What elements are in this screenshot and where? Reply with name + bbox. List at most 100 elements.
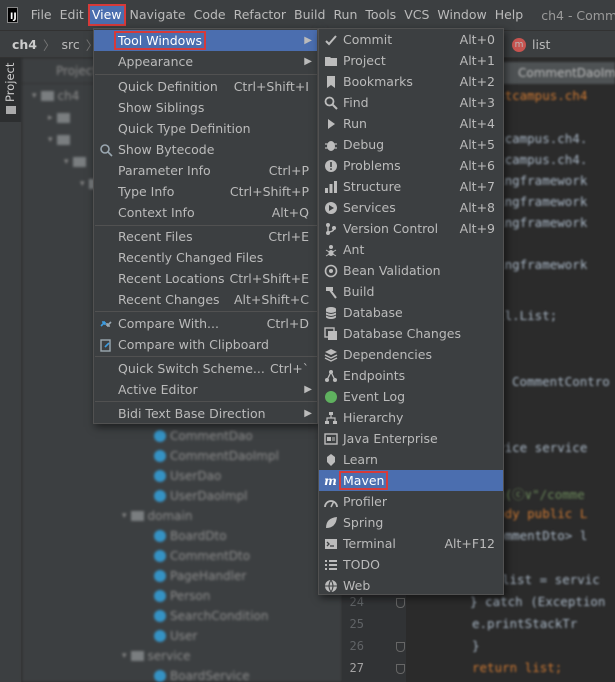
menu-item-parameter-info[interactable]: Parameter Info Ctrl+P	[94, 160, 317, 181]
menu-item-database[interactable]: Database	[319, 302, 503, 323]
list-item[interactable]: CommentDaoImpl	[154, 446, 279, 466]
menu-item-structure[interactable]: Structure Alt+7	[319, 176, 503, 197]
class-icon	[154, 470, 166, 482]
menu-item-event-log[interactable]: Event Log	[319, 386, 503, 407]
fold-marker-icon[interactable]	[396, 664, 405, 674]
list-item[interactable]: ▾ domain	[122, 506, 192, 526]
list-item[interactable]: UserDao	[154, 466, 221, 486]
menu-item-find[interactable]: Find Alt+3	[319, 92, 503, 113]
database-changes-icon	[323, 326, 338, 341]
menu-item-context-info[interactable]: Context Info Alt+Q	[94, 202, 317, 223]
menu-item-hierarchy[interactable]: Hierarchy	[319, 407, 503, 428]
submenu-arrow-icon: ▶	[304, 408, 312, 419]
menu-item-recent-changes[interactable]: Recent Changes Alt+Shift+C	[94, 289, 317, 310]
menu-item-ant[interactable]: Ant	[319, 239, 503, 260]
menu-item-run[interactable]: Run Alt+4	[319, 113, 503, 134]
view-menu-dropdown: Tool Windows ▶ Appearance ▶ Quick Defini…	[93, 28, 318, 424]
menu-item-recent-locations[interactable]: Recent Locations Ctrl+Shift+E	[94, 268, 317, 289]
menu-item-commit[interactable]: Commit Alt+0	[319, 29, 503, 50]
tree-root[interactable]: ▾ ch4	[32, 86, 79, 106]
menu-item-debug[interactable]: Debug Alt+5	[319, 134, 503, 155]
menu-tools[interactable]: Tools	[361, 4, 400, 26]
folder-icon	[323, 53, 338, 68]
menu-item-recent-files[interactable]: Recent Files Ctrl+E	[94, 226, 317, 247]
list-item[interactable]: BoardDto	[154, 526, 227, 546]
menu-item-bookmarks[interactable]: Bookmarks Alt+2	[319, 71, 503, 92]
list-item[interactable]: Person	[154, 586, 210, 606]
bookmark-icon	[323, 74, 338, 89]
menu-item-profiler[interactable]: Profiler	[319, 491, 503, 512]
list-item[interactable]: SearchCondition	[154, 606, 269, 626]
list-item[interactable]: User	[154, 626, 197, 646]
menu-refactor[interactable]: Refactor	[230, 4, 290, 26]
menu-item-quick-type-definition[interactable]: Quick Type Definition	[94, 118, 317, 139]
menu-item-show-siblings[interactable]: Show Siblings	[94, 97, 317, 118]
list-item[interactable]: ▾ service	[122, 646, 191, 666]
menu-window[interactable]: Window	[433, 4, 490, 26]
tree-row[interactable]: ▸	[48, 108, 70, 128]
menu-item-learn[interactable]: Learn	[319, 449, 503, 470]
breadcrumb-item-src[interactable]: src	[62, 37, 80, 52]
menu-vcs[interactable]: VCS	[400, 4, 433, 26]
menu-item-maven[interactable]: m Maven	[319, 470, 503, 491]
list-item[interactable]: BoardService	[154, 666, 250, 682]
tree-row[interactable]: ▾	[64, 152, 86, 172]
menu-edit[interactable]: Edit	[56, 4, 88, 26]
menu-code[interactable]: Code	[190, 4, 230, 26]
menu-help[interactable]: Help	[491, 4, 528, 26]
learn-icon	[323, 452, 338, 467]
project-tool-tab[interactable]: Project	[0, 58, 22, 122]
code-line: }	[472, 638, 480, 653]
menu-item-java-enterprise[interactable]: Java Enterprise	[319, 428, 503, 449]
menu-item-show-bytecode[interactable]: Show Bytecode	[94, 139, 317, 160]
java-enterprise-icon	[323, 431, 338, 446]
menu-item-tool-windows[interactable]: Tool Windows ▶	[94, 30, 317, 51]
menu-item-quick-definition[interactable]: Quick Definition Ctrl+Shift+I	[94, 76, 317, 97]
menu-item-endpoints[interactable]: Endpoints	[319, 365, 503, 386]
class-icon	[154, 590, 166, 602]
menu-item-bean-validation[interactable]: Bean Validation	[319, 260, 503, 281]
menu-build[interactable]: Build	[290, 4, 329, 26]
fold-marker-icon[interactable]	[396, 598, 405, 608]
menu-item-build[interactable]: Build	[319, 281, 503, 302]
menu-item-web[interactable]: Web	[319, 575, 503, 596]
menu-item-dependencies[interactable]: Dependencies	[319, 344, 503, 365]
menu-item-services[interactable]: Services Alt+8	[319, 197, 503, 218]
menu-item-compare-with[interactable]: Compare With... Ctrl+D	[94, 313, 317, 334]
menu-item-database-changes[interactable]: Database Changes	[319, 323, 503, 344]
ant-icon	[323, 242, 338, 257]
database-icon	[323, 305, 338, 320]
menu-navigate[interactable]: Navigate	[126, 4, 190, 26]
menu-view[interactable]: View	[87, 4, 126, 26]
menu-item-problems[interactable]: Problems Alt+6	[319, 155, 503, 176]
class-icon	[154, 570, 166, 582]
menu-item-type-info[interactable]: Type Info Ctrl+Shift+P	[94, 181, 317, 202]
editor-tab[interactable]: CommentDaoImpl	[500, 62, 615, 84]
menu-run[interactable]: Run	[329, 4, 361, 26]
list-item[interactable]: CommentDao	[154, 426, 253, 446]
list-item[interactable]: CommentDto	[154, 546, 250, 566]
menu-item-quick-switch-scheme[interactable]: Quick Switch Scheme... Ctrl+`	[94, 358, 317, 379]
menu-item-bidi-text-base-direction[interactable]: Bidi Text Base Direction ▶	[94, 403, 317, 424]
list-item[interactable]: PageHandler	[154, 566, 246, 586]
fold-marker-icon[interactable]	[396, 642, 405, 652]
profiler-icon	[323, 494, 338, 509]
menu-item-todo[interactable]: TODO	[319, 554, 503, 575]
breadcrumb-method[interactable]: m list	[512, 31, 550, 58]
menu-item-appearance[interactable]: Appearance ▶	[94, 51, 317, 72]
menu-item-project[interactable]: Project Alt+1	[319, 50, 503, 71]
line-number: 26	[349, 639, 364, 653]
list-item[interactable]: UserDaoImpl	[154, 486, 247, 506]
menu-item-terminal[interactable]: Terminal Alt+F12	[319, 533, 503, 554]
menu-item-recently-changed-files[interactable]: Recently Changed Files	[94, 247, 317, 268]
menu-item-active-editor[interactable]: Active Editor ▶	[94, 379, 317, 400]
menu-item-spring[interactable]: Spring	[319, 512, 503, 533]
menu-item-version-control[interactable]: Version Control Alt+9	[319, 218, 503, 239]
expand-arrow-icon: ▸	[48, 113, 53, 123]
tree-row[interactable]: ▾	[48, 130, 70, 150]
menu-item-compare-with-clipboard[interactable]: Compare with Clipboard	[94, 334, 317, 355]
class-icon	[154, 550, 166, 562]
menu-file[interactable]: File	[27, 4, 56, 26]
breadcrumb-item-project[interactable]: ch4	[12, 37, 37, 52]
event-log-icon	[323, 389, 338, 404]
